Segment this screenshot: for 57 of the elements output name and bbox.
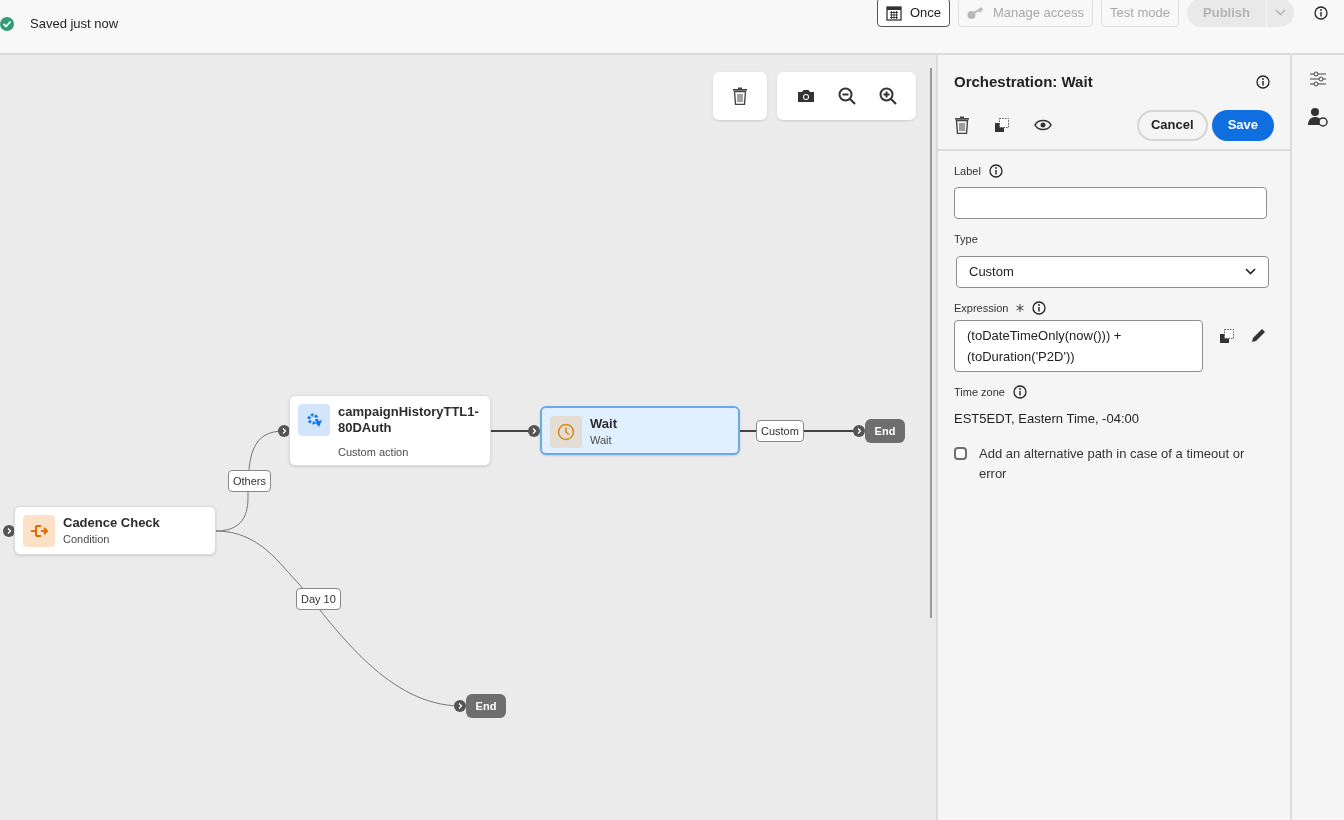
- gear-icon: [298, 404, 330, 436]
- flow-node[interactable]: campaignHistoryTTL1-80DAuth Custom action: [289, 395, 491, 466]
- key-icon: [967, 5, 985, 20]
- expression-field[interactable]: (toDateTimeOnly(now())) + (toDuration('P2D')): [954, 320, 1203, 372]
- cancel-button[interactable]: Cancel: [1137, 109, 1208, 141]
- save-status: Saved just now: [30, 14, 119, 33]
- checkbox-label: Add an alternative path in case of a timeout or error: [979, 445, 1246, 483]
- schedule-button[interactable]: Once: [876, 0, 950, 27]
- delete-icon[interactable]: [732, 87, 748, 105]
- end-node[interactable]: End: [865, 419, 905, 443]
- calendar-icon: [885, 4, 902, 21]
- type-dropdown[interactable]: Custom: [956, 255, 1269, 288]
- port-icon[interactable]: [454, 700, 466, 712]
- condition-icon: [23, 515, 55, 547]
- copy-icon[interactable]: [1219, 328, 1235, 344]
- duplicate-icon[interactable]: [994, 117, 1010, 133]
- zoom-out-icon[interactable]: [837, 87, 856, 105]
- node-subtitle: Wait: [590, 433, 613, 448]
- checkbox[interactable]: [954, 447, 967, 460]
- field-label: Expression: [954, 300, 1009, 316]
- edge-label: Custom: [756, 420, 804, 442]
- label-input[interactable]: [954, 187, 1267, 219]
- field-label: Type: [954, 232, 979, 247]
- flow-node[interactable]: Wait Wait: [540, 406, 740, 455]
- field-label: Label: [954, 163, 981, 179]
- clock-icon: [550, 416, 582, 448]
- eye-icon[interactable]: [1034, 119, 1052, 131]
- edit-icon[interactable]: [1251, 328, 1266, 343]
- info-icon[interactable]: [1012, 385, 1027, 400]
- node-title: Wait: [590, 416, 617, 432]
- info-icon[interactable]: [988, 163, 1003, 178]
- info-icon[interactable]: [1256, 75, 1270, 90]
- camera-icon[interactable]: [796, 89, 815, 103]
- flow-node[interactable]: Cadence Check Condition: [14, 506, 216, 555]
- save-button[interactable]: Save: [1211, 109, 1274, 141]
- chevron-down-icon: [1275, 9, 1286, 16]
- port-icon[interactable]: [3, 525, 15, 537]
- edge-label: Day 10: [296, 588, 341, 610]
- field-label: Time zone: [954, 385, 1005, 400]
- node-title: campaignHistoryTTL1-80DAuth: [338, 404, 480, 436]
- node-subtitle: Custom action: [338, 445, 410, 460]
- end-node[interactable]: End: [466, 694, 506, 718]
- panel-title: Orchestration: Wait: [954, 72, 1093, 92]
- node-subtitle: Condition: [63, 532, 111, 547]
- timezone-value: EST5EDT, Eastern Time, -04:00: [954, 409, 1140, 428]
- info-icon[interactable]: [1314, 5, 1328, 20]
- delete-icon[interactable]: [954, 116, 970, 134]
- zoom-in-icon[interactable]: [878, 87, 897, 105]
- port-icon[interactable]: [278, 425, 290, 437]
- port-icon[interactable]: [853, 425, 865, 437]
- user-settings-icon[interactable]: [1308, 107, 1328, 127]
- info-icon[interactable]: [1032, 300, 1047, 315]
- settings-icon[interactable]: [1309, 71, 1327, 87]
- edge-label: Others: [228, 470, 271, 492]
- node-title: Cadence Check: [63, 515, 160, 531]
- port-icon[interactable]: [528, 425, 540, 437]
- chevron-down-icon: [1245, 268, 1256, 275]
